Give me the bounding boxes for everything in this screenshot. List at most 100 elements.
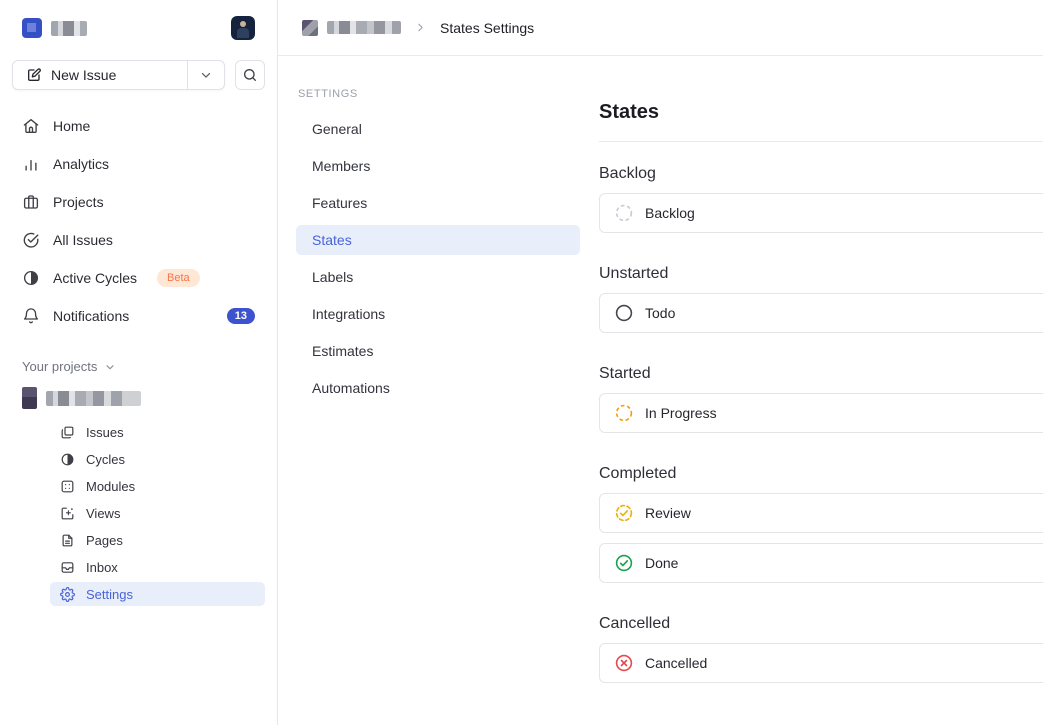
nav-label: Projects [53,194,104,210]
circle-dashed-icon [614,403,634,423]
nav-label: All Issues [53,232,113,248]
state-name: Backlog [645,205,695,221]
contrast-icon [22,269,40,287]
breadcrumb: States Settings [278,0,1043,56]
check-circle-icon [22,231,40,249]
settings-tab-states[interactable]: States [296,225,580,255]
state-group-unstarted: Unstarted Todo [599,265,1043,333]
frame-plus-icon [60,506,75,521]
inbox-icon [60,560,75,575]
your-projects-toggle[interactable]: Your projects [12,359,265,374]
bell-icon [22,307,40,325]
state-row-todo[interactable]: Todo [599,293,1043,333]
project-tab-inbox[interactable]: Inbox [50,555,265,579]
settings-tab-labels[interactable]: Labels [296,262,580,292]
workspace-logo-icon [22,18,42,38]
user-avatar[interactable] [231,16,255,40]
sidebar-item-home[interactable]: Home [12,112,265,140]
state-row-review[interactable]: Review [599,493,1043,533]
chevron-right-icon [414,21,427,34]
settings-tab-automations[interactable]: Automations [296,373,580,403]
circle-check-dashed-icon [614,503,634,523]
app-window: New Issue Home [0,0,1043,725]
pencil-square-icon [26,67,42,83]
sidebar-item-notifications[interactable]: Notifications 13 [12,302,265,330]
nav-label: Analytics [53,156,109,172]
beta-badge: Beta [157,269,200,287]
circle-dashed-icon [614,203,634,223]
circle-check-icon [614,553,634,573]
settings-nav-heading: SETTINGS [296,88,580,100]
contrast-icon [60,452,75,467]
project-tab-settings[interactable]: Settings [50,582,265,606]
state-group-cancelled: Cancelled Cancelled [599,615,1043,683]
layers-icon [60,425,75,440]
settings-tab-integrations[interactable]: Integrations [296,299,580,329]
divider [599,141,1043,142]
workspace-nav: Home Analytics Projects All Issues [12,112,265,330]
settings-tab-estimates[interactable]: Estimates [296,336,580,366]
quick-actions: New Issue [12,60,265,90]
state-group-title: Backlog [599,165,1043,183]
search-button[interactable] [235,60,265,90]
states-content: States Backlog Backlog Unstarted [580,56,1043,725]
sidebar-item-active-cycles[interactable]: Active Cycles Beta [12,264,265,292]
circle-icon [614,303,634,323]
project-emoji-redacted [302,20,318,36]
project-tab-modules[interactable]: Modules [50,474,265,498]
state-group-title: Completed [599,465,1043,483]
tree-label: Issues [86,425,124,440]
breadcrumb-project-redacted[interactable] [327,21,401,34]
sidebar-item-projects[interactable]: Projects [12,188,265,216]
new-issue-label: New Issue [51,67,116,83]
new-issue-button[interactable]: New Issue [12,60,225,90]
project-tab-pages[interactable]: Pages [50,528,265,552]
sidebar-item-all-issues[interactable]: All Issues [12,226,265,254]
your-projects-label: Your projects [22,359,97,374]
project-emoji-redacted [22,387,37,409]
home-icon [22,117,40,135]
briefcase-icon [22,193,40,211]
state-group-backlog: Backlog Backlog [599,165,1043,233]
state-row-cancelled[interactable]: Cancelled [599,643,1043,683]
state-name: Review [645,505,691,521]
workspace-switcher[interactable] [22,18,87,38]
state-group-title: Cancelled [599,615,1043,633]
state-row-backlog[interactable]: Backlog [599,193,1043,233]
state-name: Cancelled [645,655,707,671]
project-item[interactable] [12,387,265,409]
nav-label: Active Cycles [53,270,137,286]
tree-label: Views [86,506,120,521]
project-tab-issues[interactable]: Issues [50,420,265,444]
settings-tab-general[interactable]: General [296,114,580,144]
notification-count-badge: 13 [227,308,255,324]
state-group-started: Started In Progress [599,365,1043,433]
settings-nav: SETTINGS General Members Features States… [278,56,580,725]
page-title: States [599,101,1043,124]
settings-tab-features[interactable]: Features [296,188,580,218]
settings-tab-members[interactable]: Members [296,151,580,181]
gear-icon [60,587,75,602]
chevron-down-icon[interactable] [188,61,224,89]
search-icon [242,67,258,83]
state-group-title: Unstarted [599,265,1043,283]
project-tab-cycles[interactable]: Cycles [50,447,265,471]
workspace-name-redacted [51,21,87,36]
project-name-redacted [46,391,141,406]
state-row-in-progress[interactable]: In Progress [599,393,1043,433]
tree-label: Modules [86,479,135,494]
bar-chart-icon [22,155,40,173]
settings-layout: SETTINGS General Members Features States… [278,56,1043,725]
workspace-sidebar: New Issue Home [0,0,278,725]
state-row-done[interactable]: Done [599,543,1043,583]
chevron-down-icon [104,361,116,373]
sidebar-item-analytics[interactable]: Analytics [12,150,265,178]
project-tab-views[interactable]: Views [50,501,265,525]
circle-x-icon [614,653,634,673]
tree-label: Settings [86,587,133,602]
workspace-header [12,15,265,41]
state-name: In Progress [645,405,717,421]
tree-label: Pages [86,533,123,548]
nav-label: Home [53,118,90,134]
project-tree: Issues Cycles Modules Views [12,420,265,606]
